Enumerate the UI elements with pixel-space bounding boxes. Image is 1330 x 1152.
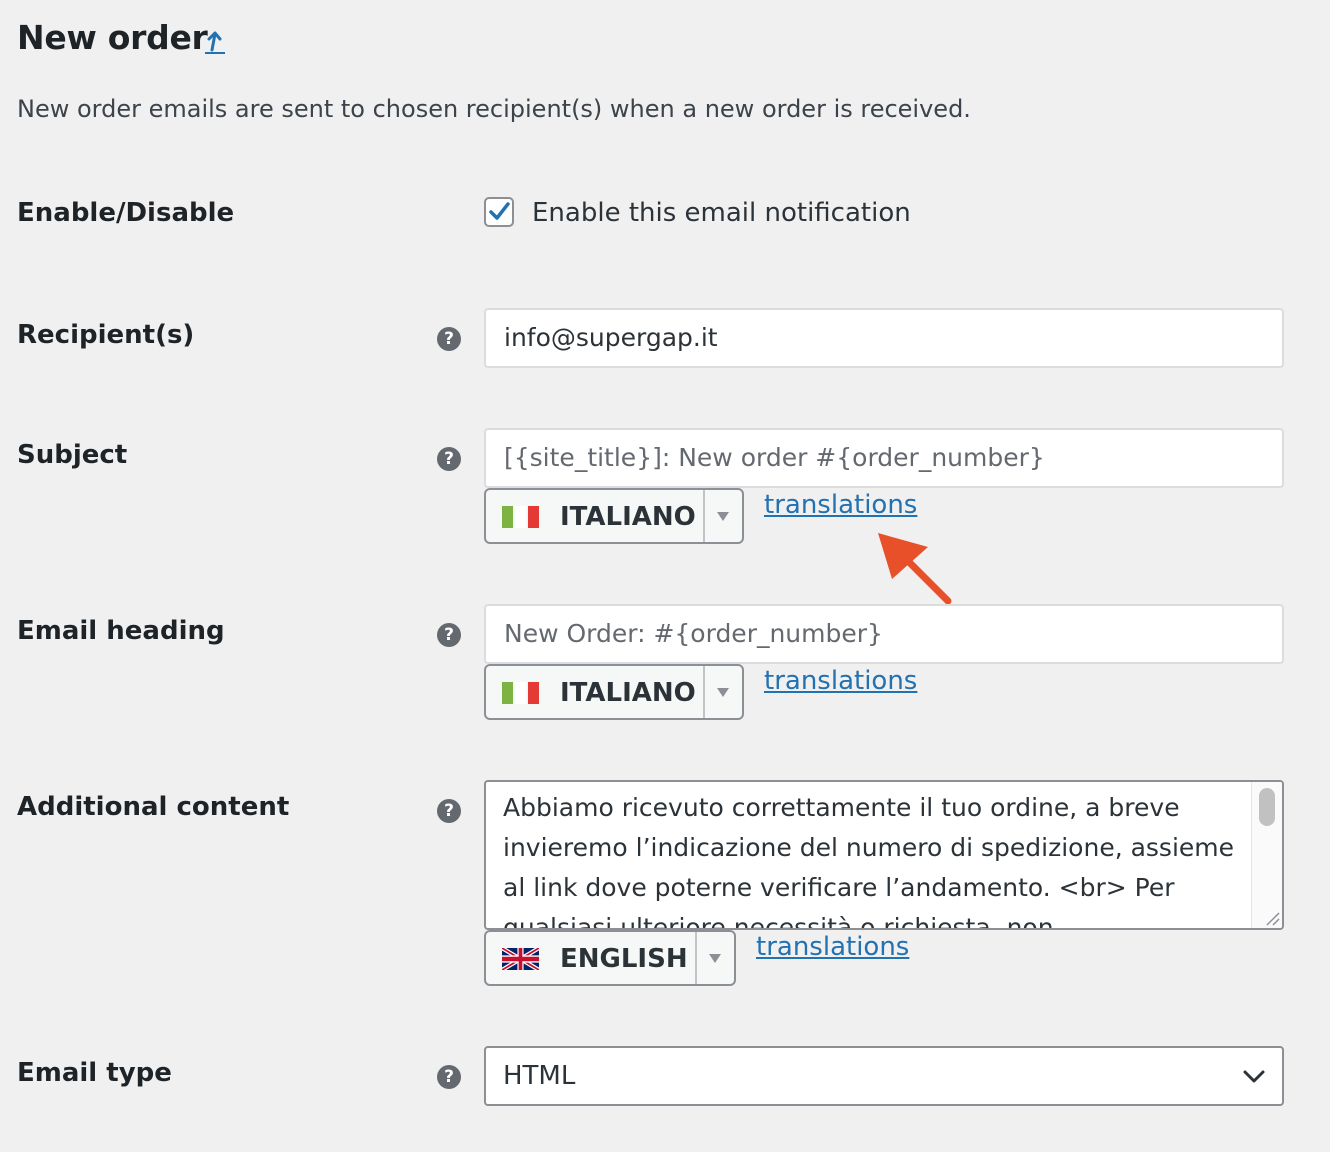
email-type-value: HTML <box>503 1061 576 1091</box>
scrollbar-thumb[interactable] <box>1259 788 1275 826</box>
language-label: ENGLISH <box>560 944 688 974</box>
italy-flag-icon <box>502 506 539 528</box>
recipients-input[interactable]: info@supergap.it <box>484 308 1284 368</box>
help-icon[interactable]: ? <box>437 799 461 823</box>
subject-translations-link[interactable]: translations <box>764 490 917 520</box>
language-label: ITALIANO <box>560 502 696 532</box>
enable-disable-label: Enable/Disable <box>17 198 235 228</box>
dropdown-toggle[interactable] <box>695 932 734 984</box>
email-type-label: Email type <box>17 1058 172 1088</box>
email-heading-translations-link[interactable]: translations <box>764 666 917 696</box>
help-icon[interactable]: ? <box>437 447 461 471</box>
subject-language-select[interactable]: ITALIANO <box>484 488 744 544</box>
up-arrow-icon[interactable] <box>203 28 227 56</box>
enable-checkbox-label[interactable]: Enable this email notification <box>532 198 911 228</box>
help-icon[interactable]: ? <box>437 1065 461 1089</box>
additional-content-textarea[interactable]: Abbiamo ricevuto correttamente il tuo or… <box>484 780 1284 930</box>
language-label: ITALIANO <box>560 678 696 708</box>
caret-down-icon <box>717 512 729 521</box>
additional-content-text[interactable]: Abbiamo ricevuto correttamente il tuo or… <box>503 788 1248 928</box>
subject-input[interactable]: [{site_title}]: New order #{order_number… <box>484 428 1284 488</box>
caret-down-icon <box>709 954 721 963</box>
recipients-label: Recipient(s) <box>17 320 195 350</box>
checkmark-icon <box>489 202 510 220</box>
help-icon[interactable]: ? <box>437 623 461 647</box>
resize-handle-icon[interactable] <box>1264 910 1280 926</box>
page-title: New order <box>17 18 208 57</box>
enable-checkbox[interactable] <box>484 197 514 227</box>
dropdown-toggle[interactable] <box>703 490 742 542</box>
uk-flag-icon <box>502 948 539 970</box>
dropdown-toggle[interactable] <box>703 666 742 718</box>
help-icon[interactable]: ? <box>437 327 461 351</box>
subject-label: Subject <box>17 440 128 470</box>
section-description: New order emails are sent to chosen reci… <box>17 95 971 123</box>
textarea-scrollbar[interactable] <box>1251 782 1282 928</box>
email-type-select[interactable]: HTML <box>484 1046 1284 1106</box>
email-heading-language-select[interactable]: ITALIANO <box>484 664 744 720</box>
additional-content-label: Additional content <box>17 792 290 822</box>
caret-down-icon <box>717 688 729 697</box>
additional-content-translations-link[interactable]: translations <box>756 932 909 962</box>
italy-flag-icon <box>502 682 539 704</box>
chevron-down-icon <box>1243 1070 1265 1083</box>
email-heading-label: Email heading <box>17 616 225 646</box>
additional-content-language-select[interactable]: ENGLISH <box>484 930 736 986</box>
email-heading-input[interactable]: New Order: #{order_number} <box>484 604 1284 664</box>
annotation-arrow-icon <box>878 533 952 605</box>
